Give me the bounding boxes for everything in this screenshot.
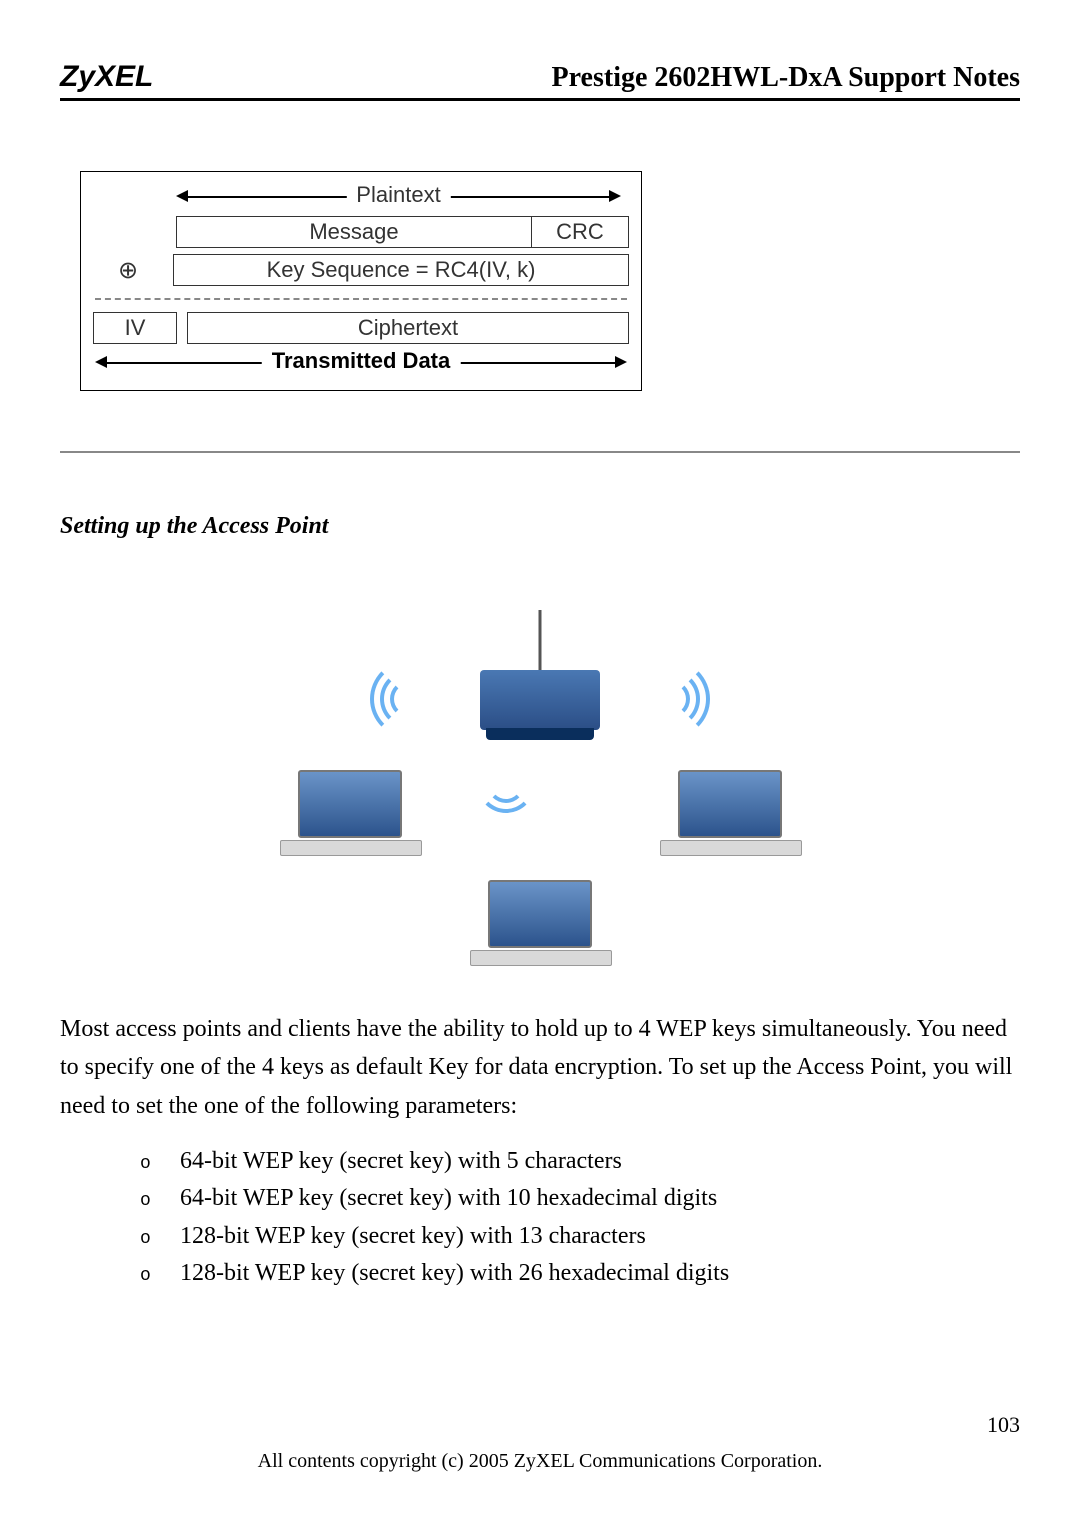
list-item: 128-bit WEP key (secret key) with 26 hex…	[180, 1255, 1020, 1292]
xor-symbol-icon: ⊕	[93, 256, 163, 285]
list-item: 128-bit WEP key (secret key) with 13 cha…	[180, 1218, 1020, 1255]
laptop-icon	[470, 880, 610, 970]
wep-key-list: 64-bit WEP key (secret key) with 5 chara…	[60, 1143, 1020, 1292]
list-item: 64-bit WEP key (secret key) with 5 chara…	[180, 1143, 1020, 1180]
transmitted-arrow-row: Transmitted Data	[95, 350, 627, 376]
ciphertext-cell: Ciphertext	[187, 312, 629, 344]
copyright-footer: All contents copyright (c) 2005 ZyXEL Co…	[0, 1450, 1080, 1473]
section-separator	[60, 451, 1020, 453]
document-page: ZyXEL Prestige 2602HWL-DxA Support Notes…	[0, 0, 1080, 1528]
diagram-frame: Plaintext Message CRC ⊕ Key Sequence = R…	[80, 171, 642, 391]
keyseq-row: ⊕ Key Sequence = RC4(IV, k)	[93, 254, 629, 286]
page-header: ZyXEL Prestige 2602HWL-DxA Support Notes	[60, 60, 1020, 101]
plaintext-arrow-row: Plaintext	[176, 184, 621, 210]
wep-structure-diagram: Plaintext Message CRC ⊕ Key Sequence = R…	[80, 171, 1020, 391]
section-heading: Setting up the Access Point	[60, 513, 1020, 540]
iv-ciphertext-row: IV Ciphertext	[93, 312, 629, 344]
plaintext-label: Plaintext	[346, 182, 450, 208]
message-cell: Message	[176, 216, 532, 248]
access-point-illustration	[280, 590, 800, 970]
page-number: 103	[987, 1412, 1020, 1438]
message-crc-row: Message CRC	[176, 216, 629, 248]
body-paragraph: Most access points and clients have the …	[60, 1010, 1020, 1125]
iv-cell: IV	[93, 312, 177, 344]
list-item: 64-bit WEP key (secret key) with 10 hexa…	[180, 1180, 1020, 1217]
transmitted-data-label: Transmitted Data	[262, 348, 461, 374]
crc-cell: CRC	[531, 216, 629, 248]
laptop-icon	[660, 770, 800, 860]
router-icon	[480, 670, 600, 730]
zyxel-logo: ZyXEL	[60, 60, 153, 94]
keysequence-cell: Key Sequence = RC4(IV, k)	[173, 254, 629, 286]
document-title: Prestige 2602HWL-DxA Support Notes	[552, 62, 1020, 94]
diagram-divider	[95, 298, 627, 300]
laptop-icon	[280, 770, 420, 860]
